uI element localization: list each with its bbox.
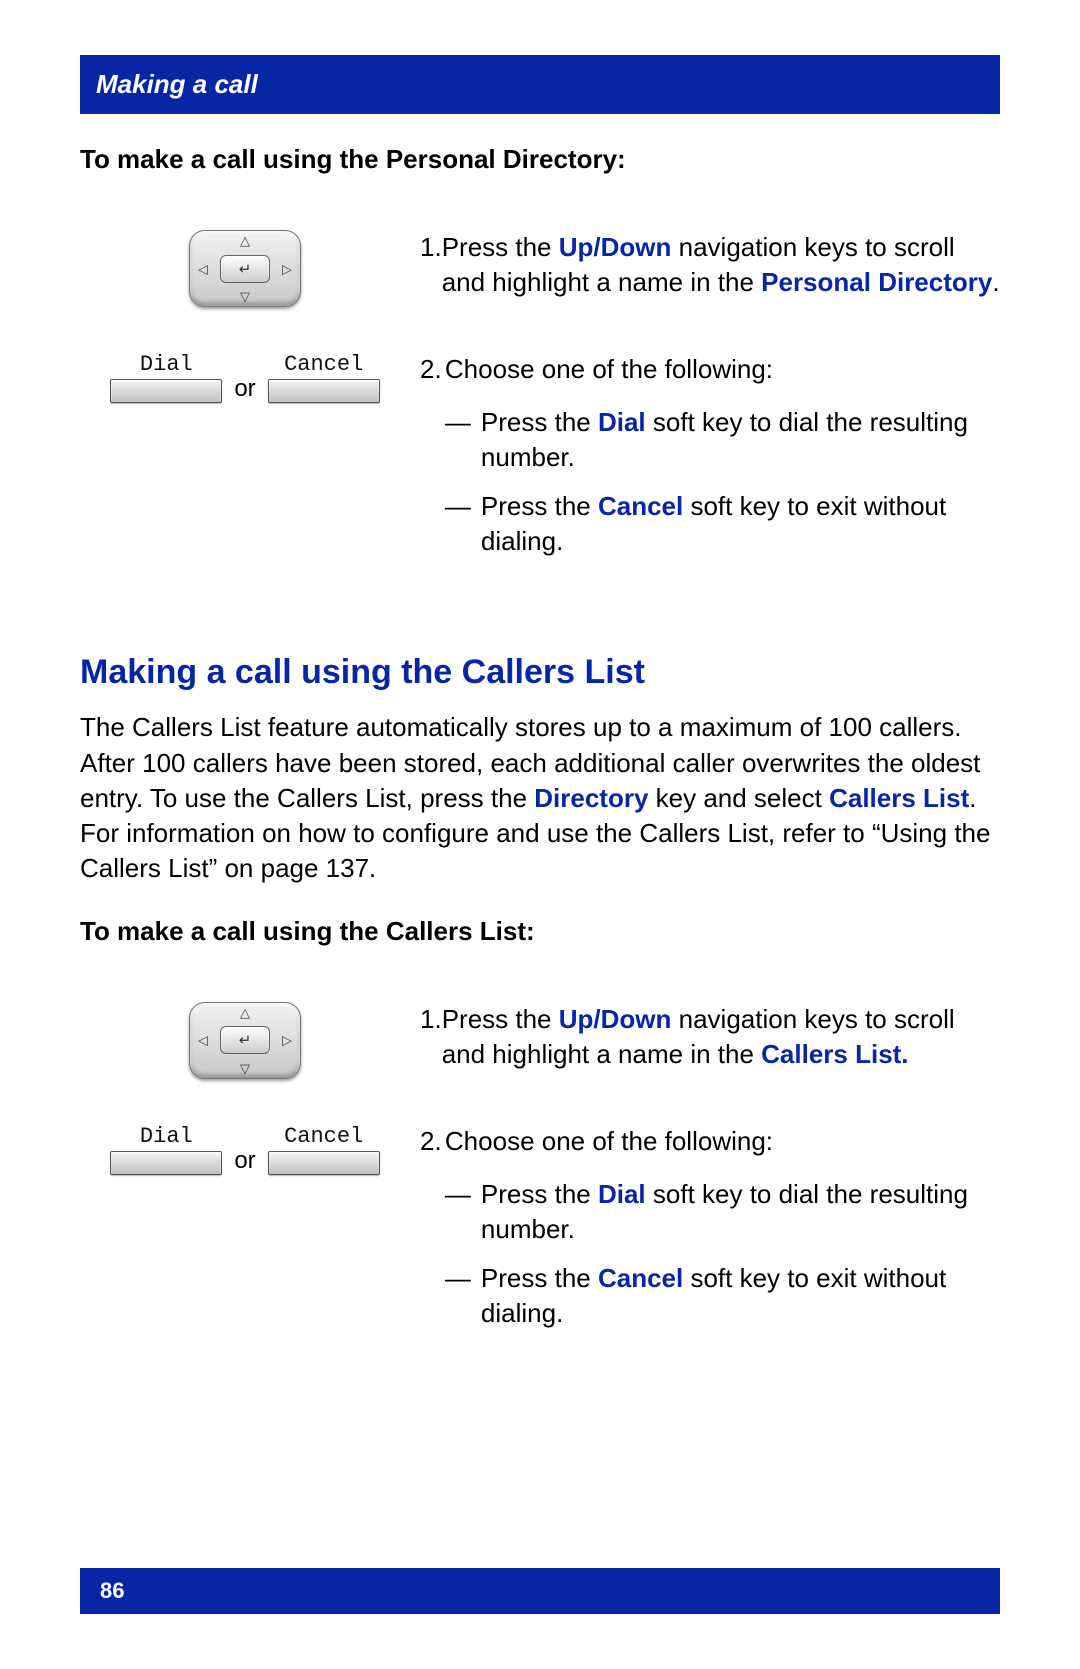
step-text: 2. Choose one of the following: — Press … xyxy=(420,1124,1000,1345)
enter-icon: ↵ xyxy=(239,260,252,278)
softkey-cancel-label: Cancel xyxy=(284,1124,363,1149)
softkey-cancel: Cancel xyxy=(268,1124,380,1175)
softkey-cancel: Cancel xyxy=(268,352,380,403)
list-item: — Press the Dial soft key to dial the re… xyxy=(445,1177,1000,1247)
navigation-pad-icon: △ ▽ ◁ ▷ ↵ xyxy=(189,1002,301,1079)
navpad-illustration: △ ▽ ◁ ▷ ↵ xyxy=(80,1002,420,1079)
section-title-callers-list: Making a call using the Callers List xyxy=(80,653,1000,692)
step-body: Press the Up/Down navigation keys to scr… xyxy=(442,230,1000,300)
body-paragraph: The Callers List feature automatically s… xyxy=(80,710,1000,885)
keyword-directory: Directory xyxy=(534,783,648,813)
softkey-illustration: Dial or Cancel xyxy=(80,1124,420,1175)
dash-icon: — xyxy=(445,405,481,475)
step-number: 1. xyxy=(420,1002,442,1072)
keyword-callers-list: Callers List. xyxy=(761,1039,908,1069)
softkey-cancel-label: Cancel xyxy=(284,352,363,377)
keyword-dial: Dial xyxy=(598,407,646,437)
step-text: 1. Press the Up/Down navigation keys to … xyxy=(420,230,1000,300)
keyword-callers-list: Callers List xyxy=(829,783,969,813)
navpad-illustration: △ ▽ ◁ ▷ ↵ xyxy=(80,230,420,307)
list-item: — Press the Cancel soft key to exit with… xyxy=(445,489,1000,559)
step-body: Choose one of the following: — Press the… xyxy=(445,352,1000,573)
softkey-button-icon xyxy=(110,379,222,403)
chevron-up-icon: △ xyxy=(240,1006,250,1019)
dash-icon: — xyxy=(445,489,481,559)
dash-icon: — xyxy=(445,1261,481,1331)
list-item: — Press the Dial soft key to dial the re… xyxy=(445,405,1000,475)
subheading-personal-directory: To make a call using the Personal Direct… xyxy=(80,144,1000,175)
chevron-left-icon: ◁ xyxy=(198,262,208,275)
step-number: 2. xyxy=(420,1124,445,1345)
step-body: Choose one of the following: — Press the… xyxy=(445,1124,1000,1345)
step-row: △ ▽ ◁ ▷ ↵ 1. Press the Up/Down navigatio… xyxy=(80,1002,1000,1079)
step-number: 1. xyxy=(420,230,442,300)
softkey-button-icon xyxy=(110,1151,222,1175)
header-bar: Making a call xyxy=(80,55,1000,114)
header-title: Making a call xyxy=(96,69,258,99)
chevron-right-icon: ▷ xyxy=(282,1034,292,1047)
step-text: 2. Choose one of the following: — Press … xyxy=(420,352,1000,573)
chevron-down-icon: ▽ xyxy=(240,290,250,303)
keyword-cancel: Cancel xyxy=(598,1263,683,1293)
softkey-button-icon xyxy=(268,1151,380,1175)
step-body: Press the Up/Down navigation keys to scr… xyxy=(442,1002,1000,1072)
step-row: Dial or Cancel 2. Choose one of the foll… xyxy=(80,352,1000,573)
softkeys-group: Dial or Cancel xyxy=(110,1124,379,1175)
softkey-illustration: Dial or Cancel xyxy=(80,352,420,403)
softkey-dial: Dial xyxy=(110,1124,222,1175)
softkey-dial: Dial xyxy=(110,352,222,403)
chevron-right-icon: ▷ xyxy=(282,262,292,275)
chevron-down-icon: ▽ xyxy=(240,1062,250,1075)
keyword-dial: Dial xyxy=(598,1179,646,1209)
or-label: or xyxy=(234,375,255,403)
option-list: — Press the Dial soft key to dial the re… xyxy=(445,1177,1000,1331)
enter-icon: ↵ xyxy=(239,1031,252,1049)
page: Making a call To make a call using the P… xyxy=(0,0,1080,1669)
dash-icon: — xyxy=(445,1177,481,1247)
softkeys-group: Dial or Cancel xyxy=(110,352,379,403)
keyword-updown: Up/Down xyxy=(559,1004,672,1034)
chevron-left-icon: ◁ xyxy=(198,1034,208,1047)
subheading-callers-list: To make a call using the Callers List: xyxy=(80,916,1000,947)
step-row: Dial or Cancel 2. Choose one of the foll… xyxy=(80,1124,1000,1345)
navigation-pad-icon: △ ▽ ◁ ▷ ↵ xyxy=(189,230,301,307)
step-text: 1. Press the Up/Down navigation keys to … xyxy=(420,1002,1000,1072)
step-row: △ ▽ ◁ ▷ ↵ 1. Press the Up/Down navigatio… xyxy=(80,230,1000,307)
step-number: 2. xyxy=(420,352,445,573)
option-list: — Press the Dial soft key to dial the re… xyxy=(445,405,1000,559)
or-label: or xyxy=(234,1147,255,1175)
chevron-up-icon: △ xyxy=(240,234,250,247)
softkey-button-icon xyxy=(268,379,380,403)
footer-bar: 86 xyxy=(80,1568,1000,1614)
keyword-cancel: Cancel xyxy=(598,491,683,521)
softkey-dial-label: Dial xyxy=(140,352,193,377)
keyword-personal-directory: Personal Directory xyxy=(761,267,992,297)
page-number: 86 xyxy=(100,1578,124,1604)
softkey-dial-label: Dial xyxy=(140,1124,193,1149)
keyword-updown: Up/Down xyxy=(559,232,672,262)
list-item: — Press the Cancel soft key to exit with… xyxy=(445,1261,1000,1331)
